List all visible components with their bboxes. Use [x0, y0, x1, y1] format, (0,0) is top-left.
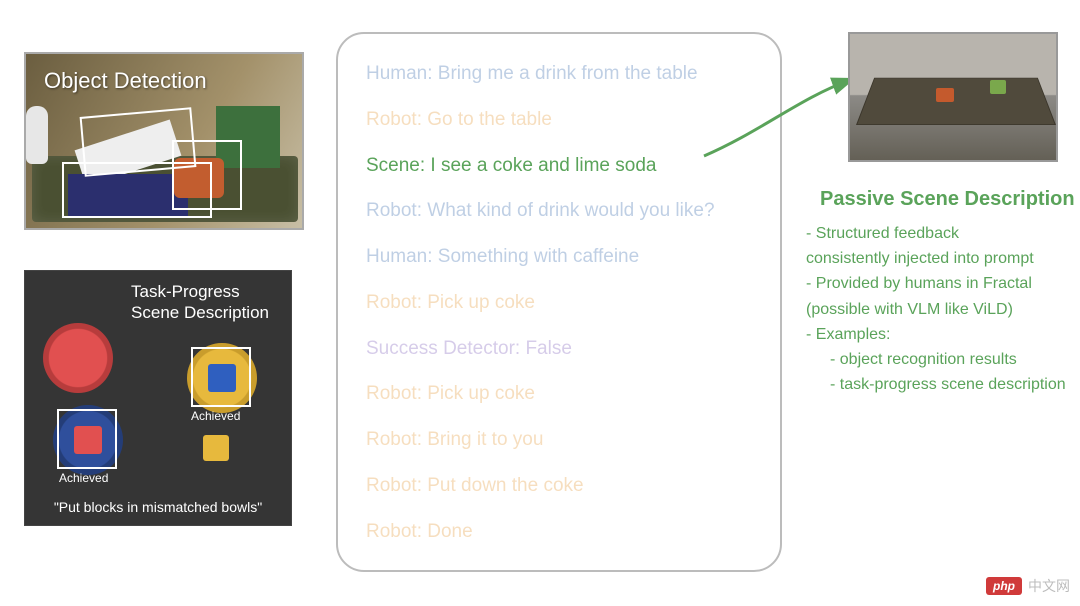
- dialog-line: Human: Something with caffeine: [366, 245, 756, 269]
- bullet: - Structured feedback: [806, 222, 1076, 245]
- achieved-box: [191, 347, 251, 407]
- dialog-text: Human: Bring me a drink from the table: [366, 63, 698, 84]
- dialog-text: Robot: Put down the coke: [366, 475, 584, 496]
- coke-can: [936, 88, 954, 102]
- dialog-text: Success Detector: False: [366, 338, 572, 359]
- dialog-line: Human: Bring me a drink from the table: [366, 62, 756, 86]
- bullet: (possible with VLM like ViLD): [806, 298, 1076, 321]
- dialog-line: Robot: Go to the table: [366, 108, 756, 132]
- watermark: php 中文网: [986, 576, 1070, 596]
- bullet: consistently injected into prompt: [806, 247, 1076, 270]
- dialog-text: Robot: Go to the table: [366, 109, 552, 130]
- achieved-label: Achieved: [191, 409, 240, 423]
- table-surface: [856, 78, 1056, 125]
- dialog-line: Robot: What kind of drink would you like…: [366, 199, 756, 223]
- watermark-badge: php: [986, 577, 1022, 595]
- bullet: - Examples:: [806, 323, 1076, 346]
- scene-photo: [848, 32, 1058, 162]
- task-progress-title-line1: Task-Progress: [131, 282, 240, 301]
- dialog-text: Robot: What kind of drink would you like…: [366, 200, 715, 221]
- dialog-text: Robot: Bring it to you: [366, 429, 543, 450]
- lime-soda-can: [990, 80, 1006, 94]
- dialog-line: Scene: I see a coke and lime soda: [366, 154, 756, 178]
- dialog-line: Robot: Pick up coke: [366, 291, 756, 315]
- dialog-line: Robot: Put down the coke: [366, 474, 756, 498]
- bowl-red: [43, 323, 113, 393]
- dialog-text: Human: Something with caffeine: [366, 246, 639, 267]
- dialog-text: Scene: I see a coke and lime soda: [366, 155, 656, 176]
- task-progress-title: Task-Progress Scene Description: [131, 281, 269, 324]
- dialog-text: Robot: Done: [366, 521, 473, 542]
- dialog-line: Robot: Pick up coke: [366, 382, 756, 406]
- bottle: [26, 106, 48, 164]
- watermark-text: 中文网: [1028, 576, 1070, 596]
- dialog-line: Robot: Done: [366, 520, 756, 544]
- task-progress-instruction: "Put blocks in mismatched bowls": [25, 499, 291, 515]
- dialog-line: Success Detector: False: [366, 337, 756, 361]
- dialog-text: Robot: Pick up coke: [366, 383, 535, 404]
- bullet-sub: - task-progress scene description: [806, 373, 1076, 396]
- object-detection-title: Object Detection: [44, 68, 207, 94]
- dialog-box: Human: Bring me a drink from the table R…: [336, 32, 782, 572]
- passive-scene-heading: Passive Scene Description: [820, 188, 1075, 211]
- dialog-text: Robot: Pick up coke: [366, 292, 535, 313]
- achieved-label: Achieved: [59, 471, 108, 485]
- block-yellow: [203, 435, 229, 461]
- bullet: - Provided by humans in Fractal: [806, 272, 1076, 295]
- object-detection-photo: Object Detection: [24, 52, 304, 230]
- detection-box: [172, 140, 242, 210]
- dialog-line: Robot: Bring it to you: [366, 428, 756, 452]
- left-column: Object Detection Task-Progress Scene Des…: [24, 52, 304, 526]
- task-progress-panel: Task-Progress Scene Description Achieved…: [24, 270, 292, 526]
- passive-scene-bullets: - Structured feedback consistently injec…: [806, 222, 1076, 398]
- achieved-box: [57, 409, 117, 469]
- bullet-sub: - object recognition results: [806, 348, 1076, 371]
- task-progress-title-line2: Scene Description: [131, 303, 269, 322]
